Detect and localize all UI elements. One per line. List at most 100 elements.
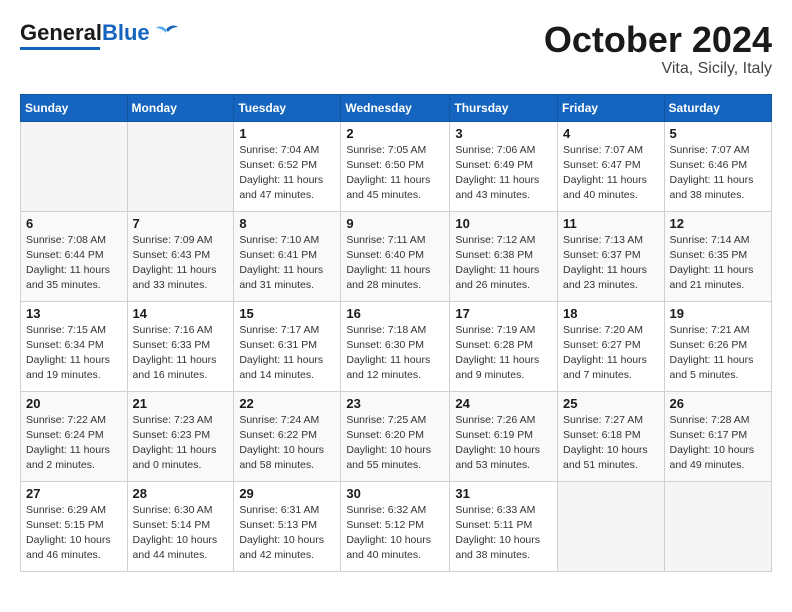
day-info: Sunrise: 7:16 AMSunset: 6:33 PMDaylight:…: [133, 323, 229, 384]
day-number: 15: [239, 306, 335, 321]
logo-general: GeneralBlue: [20, 20, 150, 46]
calendar-cell: [21, 121, 128, 211]
day-info: Sunrise: 7:25 AMSunset: 6:20 PMDaylight:…: [346, 413, 444, 474]
calendar-cell: 9Sunrise: 7:11 AMSunset: 6:40 PMDaylight…: [341, 211, 450, 301]
day-info: Sunrise: 7:26 AMSunset: 6:19 PMDaylight:…: [455, 413, 552, 474]
calendar-cell: 10 Sunrise: 7:12 AMSunset: 6:38 PMDayligh…: [450, 211, 558, 301]
day-info: Sunrise: 7:24 AMSunset: 6:22 PMDaylight:…: [239, 413, 335, 474]
day-info: Sunrise: 7:07 AMSunset: 6:46 PMDaylight:…: [670, 143, 766, 204]
day-number: 29: [239, 486, 335, 501]
day-info: Sunrise: 7:05 AMSunset: 6:50 PMDaylight:…: [346, 143, 444, 204]
day-number: 5: [670, 126, 766, 141]
logo: GeneralBlue: [20, 20, 180, 50]
calendar-cell: 14Sunrise: 7:16 AMSunset: 6:33 PMDayligh…: [127, 301, 234, 391]
day-number: 10: [455, 216, 552, 231]
calendar-cell: 26 Sunrise: 7:28 AMSunset: 6:17 PMDayligh…: [664, 391, 771, 481]
day-number: 24: [455, 396, 552, 411]
calendar-cell: 4 Sunrise: 7:07 AMSunset: 6:47 PMDaylight…: [558, 121, 665, 211]
day-info: Sunrise: 7:14 AMSunset: 6:35 PMDaylight:…: [670, 233, 766, 294]
calendar-table: SundayMondayTuesdayWednesdayThursdayFrid…: [20, 94, 772, 572]
day-info: Sunrise: 7:27 AMSunset: 6:18 PMDaylight:…: [563, 413, 659, 474]
calendar-cell: 6Sunrise: 7:08 AMSunset: 6:44 PMDaylight…: [21, 211, 128, 301]
day-number: 20: [26, 396, 122, 411]
calendar-cell: 22 Sunrise: 7:24 AMSunset: 6:22 PMDayligh…: [234, 391, 341, 481]
day-info: Sunrise: 7:19 AMSunset: 6:28 PMDaylight:…: [455, 323, 552, 384]
day-info: Sunrise: 6:33 AMSunset: 5:11 PMDaylight:…: [455, 503, 552, 564]
day-info: Sunrise: 6:30 AMSunset: 5:14 PMDaylight:…: [133, 503, 229, 564]
day-number: 17: [455, 306, 552, 321]
calendar-cell: [664, 481, 771, 571]
day-info: Sunrise: 7:11 AMSunset: 6:40 PMDaylight:…: [346, 233, 444, 294]
day-number: 7: [133, 216, 229, 231]
day-info: Sunrise: 6:29 AMSunset: 5:15 PMDaylight:…: [26, 503, 122, 564]
day-info: Sunrise: 7:09 AMSunset: 6:43 PMDaylight:…: [133, 233, 229, 294]
day-number: 23: [346, 396, 444, 411]
day-number: 26: [670, 396, 766, 411]
calendar-cell: 1Sunrise: 7:04 AMSunset: 6:52 PMDaylight…: [234, 121, 341, 211]
calendar-cell: 15 Sunrise: 7:17 AMSunset: 6:31 PMDayligh…: [234, 301, 341, 391]
day-number: 11: [563, 216, 659, 231]
calendar-cell: 25 Sunrise: 7:27 AMSunset: 6:18 PMDayligh…: [558, 391, 665, 481]
weekday-header-sunday: Sunday: [21, 94, 128, 121]
calendar-cell: 8 Sunrise: 7:10 AMSunset: 6:41 PMDaylight…: [234, 211, 341, 301]
calendar-cell: 17 Sunrise: 7:19 AMSunset: 6:28 PMDayligh…: [450, 301, 558, 391]
day-info: Sunrise: 7:04 AMSunset: 6:52 PMDaylight:…: [239, 143, 335, 204]
day-info: Sunrise: 7:28 AMSunset: 6:17 PMDaylight:…: [670, 413, 766, 474]
weekday-header-monday: Monday: [127, 94, 234, 121]
day-info: Sunrise: 7:08 AMSunset: 6:44 PMDaylight:…: [26, 233, 122, 294]
month-title: October 2024: [544, 20, 772, 60]
day-info: Sunrise: 7:15 AMSunset: 6:34 PMDaylight:…: [26, 323, 122, 384]
day-info: Sunrise: 7:12 AMSunset: 6:38 PMDaylight:…: [455, 233, 552, 294]
calendar-week-row: 27 Sunrise: 6:29 AMSunset: 5:15 PMDayligh…: [21, 481, 772, 571]
calendar-week-row: 6Sunrise: 7:08 AMSunset: 6:44 PMDaylight…: [21, 211, 772, 301]
day-number: 8: [239, 216, 335, 231]
calendar-cell: 30 Sunrise: 6:32 AMSunset: 5:12 PMDayligh…: [341, 481, 450, 571]
weekday-header-row: SundayMondayTuesdayWednesdayThursdayFrid…: [21, 94, 772, 121]
weekday-header-saturday: Saturday: [664, 94, 771, 121]
day-number: 13: [26, 306, 122, 321]
calendar-cell: 7 Sunrise: 7:09 AMSunset: 6:43 PMDaylight…: [127, 211, 234, 301]
day-info: Sunrise: 7:07 AMSunset: 6:47 PMDaylight:…: [563, 143, 659, 204]
calendar-week-row: 20Sunrise: 7:22 AMSunset: 6:24 PMDayligh…: [21, 391, 772, 481]
weekday-header-thursday: Thursday: [450, 94, 558, 121]
day-number: 3: [455, 126, 552, 141]
day-number: 16: [346, 306, 444, 321]
day-number: 4: [563, 126, 659, 141]
day-number: 18: [563, 306, 659, 321]
day-number: 28: [133, 486, 229, 501]
calendar-cell: 24 Sunrise: 7:26 AMSunset: 6:19 PMDayligh…: [450, 391, 558, 481]
calendar-container: GeneralBlue October 2024 Vita, Sicily, I…: [0, 0, 792, 612]
day-info: Sunrise: 7:10 AMSunset: 6:41 PMDaylight:…: [239, 233, 335, 294]
day-number: 2: [346, 126, 444, 141]
calendar-cell: 27 Sunrise: 6:29 AMSunset: 5:15 PMDayligh…: [21, 481, 128, 571]
day-number: 22: [239, 396, 335, 411]
calendar-cell: 12 Sunrise: 7:14 AMSunset: 6:35 PMDayligh…: [664, 211, 771, 301]
calendar-cell: 31 Sunrise: 6:33 AMSunset: 5:11 PMDayligh…: [450, 481, 558, 571]
day-info: Sunrise: 6:32 AMSunset: 5:12 PMDaylight:…: [346, 503, 444, 564]
calendar-cell: 20Sunrise: 7:22 AMSunset: 6:24 PMDayligh…: [21, 391, 128, 481]
header: GeneralBlue October 2024 Vita, Sicily, I…: [20, 20, 772, 78]
day-number: 19: [670, 306, 766, 321]
title-block: October 2024 Vita, Sicily, Italy: [544, 20, 772, 78]
calendar-cell: 23 Sunrise: 7:25 AMSunset: 6:20 PMDayligh…: [341, 391, 450, 481]
day-info: Sunrise: 7:06 AMSunset: 6:49 PMDaylight:…: [455, 143, 552, 204]
day-info: Sunrise: 7:17 AMSunset: 6:31 PMDaylight:…: [239, 323, 335, 384]
calendar-cell: 19 Sunrise: 7:21 AMSunset: 6:26 PMDayligh…: [664, 301, 771, 391]
day-number: 31: [455, 486, 552, 501]
calendar-cell: 11Sunrise: 7:13 AMSunset: 6:37 PMDayligh…: [558, 211, 665, 301]
weekday-header-tuesday: Tuesday: [234, 94, 341, 121]
day-info: Sunrise: 6:31 AMSunset: 5:13 PMDaylight:…: [239, 503, 335, 564]
day-info: Sunrise: 7:21 AMSunset: 6:26 PMDaylight:…: [670, 323, 766, 384]
calendar-cell: 2 Sunrise: 7:05 AMSunset: 6:50 PMDaylight…: [341, 121, 450, 211]
calendar-cell: 18Sunrise: 7:20 AMSunset: 6:27 PMDayligh…: [558, 301, 665, 391]
calendar-week-row: 13 Sunrise: 7:15 AMSunset: 6:34 PMDayligh…: [21, 301, 772, 391]
day-number: 27: [26, 486, 122, 501]
logo-underline: [20, 47, 100, 50]
day-number: 30: [346, 486, 444, 501]
day-number: 12: [670, 216, 766, 231]
day-number: 25: [563, 396, 659, 411]
weekday-header-wednesday: Wednesday: [341, 94, 450, 121]
day-info: Sunrise: 7:18 AMSunset: 6:30 PMDaylight:…: [346, 323, 444, 384]
weekday-header-friday: Friday: [558, 94, 665, 121]
calendar-cell: 28 Sunrise: 6:30 AMSunset: 5:14 PMDayligh…: [127, 481, 234, 571]
